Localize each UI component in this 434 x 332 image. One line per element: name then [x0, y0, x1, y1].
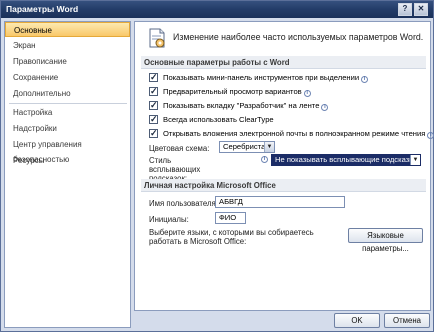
info-icon[interactable]: i	[427, 132, 434, 139]
checkbox-text: Показывать мини-панель инструментов при …	[163, 73, 360, 82]
word-options-dialog: Параметры Word ? ✕ Основные Экран Правоп…	[0, 0, 434, 332]
sidebar-item-proofing[interactable]: Правописание	[5, 54, 130, 69]
main-panel: Изменение наиболее часто используемых па…	[134, 21, 434, 311]
checkbox-label-cleartype: Всегда использовать ClearType	[163, 114, 274, 126]
sidebar-divider	[9, 103, 127, 104]
checkbox-text: Показывать вкладку "Разработчик" на лент…	[163, 101, 320, 110]
info-icon[interactable]: i	[303, 90, 311, 97]
cancel-button[interactable]: Отмена	[384, 313, 430, 328]
checkbox-label-live-preview: Предварительный просмотр вариантов i	[163, 86, 311, 98]
sidebar-item-addins[interactable]: Надстройки	[5, 121, 130, 136]
languages-description: Выберите языки, с которыми вы собираетес…	[149, 228, 314, 246]
chevron-down-icon[interactable]: ▼	[264, 142, 274, 152]
document-settings-icon	[149, 28, 165, 48]
checkmark-icon: ✓	[150, 86, 158, 96]
color-scheme-value: Серебристая	[223, 142, 270, 151]
initials-field[interactable]: ФИО	[215, 212, 246, 224]
section-header-general: Основные параметры работы с Word	[141, 56, 426, 69]
ok-button[interactable]: OK	[334, 313, 380, 328]
checkbox-email-attachments[interactable]: ✓	[149, 128, 158, 138]
checkbox-text: Предварительный просмотр вариантов	[163, 87, 302, 96]
tooltip-style-select[interactable]: Не показывать всплывающие подсказки ▼	[271, 154, 421, 166]
checkbox-mini-toolbar[interactable]: ✓	[149, 72, 158, 82]
sidebar-item-save[interactable]: Сохранение	[5, 70, 130, 85]
checkbox-developer-tab[interactable]: ✓	[149, 100, 158, 110]
title-bar: Параметры Word ? ✕	[1, 1, 433, 18]
sidebar-item-general[interactable]: Основные	[5, 22, 130, 37]
sidebar-item-customize[interactable]: Настройка	[5, 105, 130, 120]
sidebar-item-display[interactable]: Экран	[5, 38, 130, 53]
info-icon[interactable]: i	[361, 76, 369, 83]
close-button[interactable]: ✕	[414, 3, 428, 16]
color-scheme-select[interactable]: Серебристая ▼	[219, 141, 275, 153]
sidebar-item-trust-center[interactable]: Центр управления безопасностью	[5, 137, 130, 164]
checkbox-cleartype[interactable]: ✓	[149, 114, 158, 124]
help-button[interactable]: ?	[398, 3, 412, 16]
initials-label: Инициалы:	[149, 215, 189, 224]
checkbox-text: Открывать вложения электронной почты в п…	[163, 129, 426, 138]
sidebar-item-advanced[interactable]: Дополнительно	[5, 86, 130, 101]
checkbox-live-preview[interactable]: ✓	[149, 86, 158, 96]
page-heading: Изменение наиболее часто используемых па…	[173, 32, 424, 42]
info-icon[interactable]: i	[261, 156, 268, 163]
chevron-down-icon[interactable]: ▼	[410, 155, 420, 165]
checkbox-label-mini-toolbar: Показывать мини-панель инструментов при …	[163, 72, 369, 84]
checkbox-text: Всегда использовать ClearType	[163, 115, 274, 124]
window-title: Параметры Word	[6, 4, 79, 14]
sidebar: Основные Экран Правописание Сохранение Д…	[4, 21, 131, 328]
checkbox-label-developer-tab: Показывать вкладку "Разработчик" на лент…	[163, 100, 329, 112]
section-header-personalize: Личная настройка Microsoft Office	[141, 179, 426, 192]
info-icon[interactable]: i	[321, 104, 329, 111]
checkmark-icon: ✓	[150, 114, 158, 124]
checkmark-icon: ✓	[150, 100, 158, 110]
color-scheme-label: Цветовая схема:	[149, 144, 210, 153]
checkbox-label-email-attachments: Открывать вложения электронной почты в п…	[163, 128, 434, 140]
username-label: Имя пользователя:	[149, 199, 218, 208]
checkmark-icon: ✓	[150, 128, 158, 138]
sidebar-item-resources[interactable]: Ресурсы	[5, 153, 130, 168]
tooltip-style-value: Не показывать всплывающие подсказки	[275, 155, 417, 164]
checkmark-icon: ✓	[150, 72, 158, 82]
username-field[interactable]: АБВГД	[215, 196, 345, 208]
language-settings-button[interactable]: Языковые параметры...	[348, 228, 423, 253]
